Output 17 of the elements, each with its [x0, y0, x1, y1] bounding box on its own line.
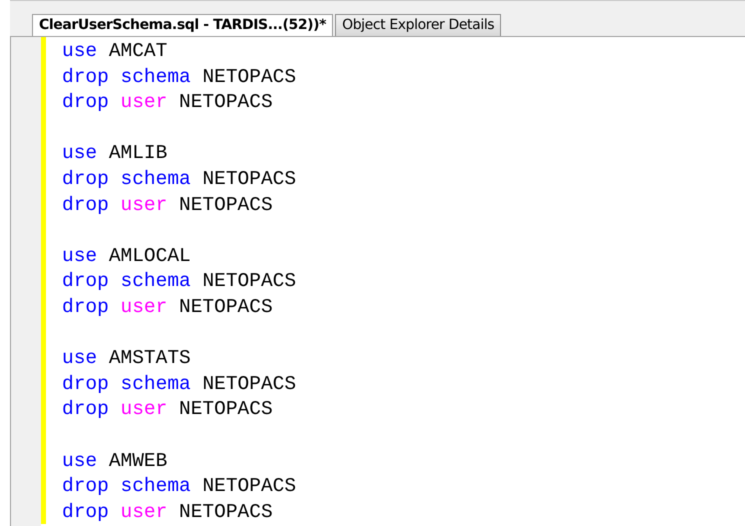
code-line: use AMLOCAL: [62, 244, 192, 269]
code-line: use AMCAT: [62, 39, 168, 64]
code-line: drop user NETOPACS: [62, 500, 274, 525]
code-line: drop user NETOPACS: [62, 294, 274, 320]
code-line: drop schema NETOPACS: [62, 64, 296, 90]
code-line: drop schema NETOPACS: [62, 474, 296, 500]
document-tab[interactable]: ClearUserSchema.sql - TARDIS...(52))*: [32, 14, 334, 36]
code-line: drop schema NETOPACS: [62, 372, 296, 397]
code-line: use AMWEB: [62, 448, 168, 474]
code-line: drop user NETOPACS: [62, 397, 274, 422]
code-line: use AMSTATS: [62, 346, 192, 372]
code-line: drop schema NETOPACS: [62, 166, 296, 192]
code-line: drop schema NETOPACS: [62, 269, 296, 294]
code-line: use AMLIB: [62, 141, 168, 166]
document-tab[interactable]: Object Explorer Details: [335, 14, 502, 36]
code-line: drop user NETOPACS: [62, 192, 274, 218]
code-line: drop user NETOPACS: [62, 90, 274, 116]
